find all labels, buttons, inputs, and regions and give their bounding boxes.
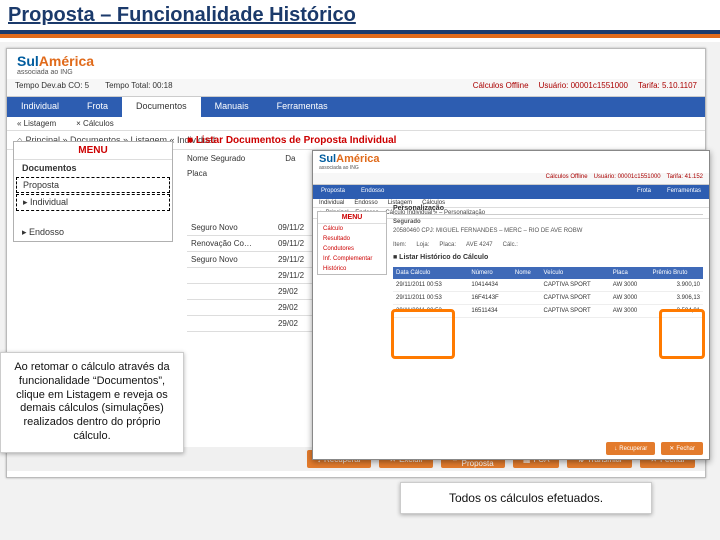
button-row-front: ↓ Recuperar ✕ Fechar bbox=[606, 442, 703, 455]
menu-endosso[interactable]: ▸ Endosso bbox=[14, 224, 172, 241]
st-endosso[interactable]: Endosso bbox=[354, 200, 377, 206]
menu-individual[interactable]: ▸ Individual bbox=[16, 194, 170, 211]
cell[interactable]: 29/11/2 bbox=[274, 268, 317, 284]
panel-front: Personalização Segurado 20580460 CPJ: MI… bbox=[393, 203, 703, 429]
side-menu-front: MENU Cálculo Resultado Condutores Inf. C… bbox=[317, 211, 387, 275]
table-back: Seguro Novo09/11/2 Renovação Co…09/11/2 … bbox=[187, 220, 317, 332]
cell[interactable]: 29/02 bbox=[274, 300, 317, 316]
subtabs-back: « Listagem × Cálculos bbox=[7, 117, 705, 131]
mi-infcomp[interactable]: Inf. Complementar bbox=[318, 254, 386, 264]
tab-documentos[interactable]: Documentos bbox=[122, 97, 201, 117]
menu-proposta[interactable]: Proposta bbox=[16, 177, 170, 193]
mi-condutores[interactable]: Condutores bbox=[318, 244, 386, 254]
menu-spacer bbox=[14, 212, 172, 224]
accent-strip bbox=[0, 34, 720, 38]
cell[interactable] bbox=[187, 316, 274, 332]
mi-historico[interactable]: Histórico bbox=[318, 264, 386, 274]
cell[interactable]: 09/11/2 bbox=[274, 220, 317, 236]
panel-section: Personalização bbox=[393, 203, 703, 215]
cell[interactable] bbox=[187, 284, 274, 300]
listing-title: ■ Listar Documentos de Proposta Individu… bbox=[187, 131, 695, 150]
cell[interactable] bbox=[187, 268, 274, 284]
topbar-front: Cálculos Offline Usuário: 00001c1551000 … bbox=[313, 173, 709, 185]
st-individual[interactable]: Individual bbox=[319, 200, 344, 206]
col-veic: Veículo bbox=[541, 267, 610, 279]
callout-left: Ao retomar o cálculo através da funciona… bbox=[0, 352, 184, 453]
brand-logo: SulAmérica bbox=[17, 53, 94, 69]
tab-endosso-f[interactable]: Endosso bbox=[353, 185, 392, 199]
seg-label: Segurado bbox=[393, 219, 421, 225]
col-premio: Prêmio Bruto bbox=[650, 267, 704, 279]
p-placa: Placa: bbox=[439, 242, 456, 248]
brand-sub: associada ao ING bbox=[17, 69, 94, 76]
tarifa: Tarifa: 5.10.1107 bbox=[638, 81, 697, 94]
cell[interactable]: 09/11/2 bbox=[274, 236, 317, 252]
side-menu-back: MENU Documentos Proposta ▸ Individual ▸ … bbox=[13, 141, 173, 242]
slide-body: SulAmérica associada ao ING Tempo Dev.ab… bbox=[0, 42, 720, 540]
hist-title: ■ Listar Histórico do Cálculo bbox=[393, 248, 703, 263]
table-row[interactable]: 29/11/2011 00:5316F4143FCAPTIVA SPORTAW … bbox=[393, 292, 703, 305]
lbl-nome: Nome Segurado bbox=[187, 154, 245, 163]
subtab-calculos[interactable]: × Cálculos bbox=[76, 119, 114, 128]
tempo-total: Tempo Total: 00:18 bbox=[105, 81, 172, 94]
lbl-placa: Placa bbox=[187, 169, 207, 178]
calc-offline: Cálculos Offline bbox=[473, 81, 529, 94]
lbl-da: Da bbox=[285, 154, 295, 163]
seg-value: 20580460 CPJ: MIGUEL FERNANDES – MERC – … bbox=[393, 228, 703, 234]
menu-documentos[interactable]: Documentos bbox=[14, 160, 172, 176]
calc-offline-f: Cálculos Offline bbox=[546, 174, 588, 183]
cell[interactable]: Seguro Novo bbox=[187, 252, 274, 268]
topbar-back: Tempo Dev.ab CO: 5 Tempo Total: 00:18 Cá… bbox=[7, 79, 705, 97]
brand-logo-front: SulAmérica bbox=[319, 153, 380, 165]
mi-calculo[interactable]: Cálculo bbox=[318, 224, 386, 234]
usuario-f: Usuário: 00001c1551000 bbox=[594, 174, 661, 183]
mi-resultado[interactable]: Resultado bbox=[318, 234, 386, 244]
col-nome: Nome bbox=[512, 267, 541, 279]
col-placa: Placa bbox=[610, 267, 650, 279]
col-data: Data Cálculo bbox=[393, 267, 468, 279]
p-item: Item: bbox=[393, 242, 406, 248]
cell[interactable] bbox=[187, 300, 274, 316]
btn-recuperar-f[interactable]: ↓ Recuperar bbox=[606, 442, 655, 455]
main-tabs-back: Individual Frota Documentos Manuais Ferr… bbox=[7, 97, 705, 117]
app-front-screenshot: SulAmérica associada ao ING Cálculos Off… bbox=[312, 150, 710, 460]
tempo-dev: Tempo Dev.ab CO: 5 bbox=[15, 81, 89, 94]
cell[interactable]: 29/02 bbox=[274, 316, 317, 332]
tab-ferramentas-f[interactable]: Ferramentas bbox=[659, 185, 709, 199]
tab-manuais[interactable]: Manuais bbox=[201, 97, 263, 117]
cell[interactable]: 29/11/2 bbox=[274, 252, 317, 268]
p-loja: Loja: bbox=[416, 242, 429, 248]
p-calc: Cálc.: bbox=[503, 242, 518, 248]
tab-frota[interactable]: Frota bbox=[73, 97, 122, 117]
main-tabs-front: Proposta Endosso Frota Ferramentas bbox=[313, 185, 709, 199]
menu-title-f: MENU bbox=[318, 212, 386, 224]
tarifa-f: Tarifa: 41.152 bbox=[667, 174, 703, 183]
btn-fechar-f[interactable]: ✕ Fechar bbox=[661, 442, 703, 455]
tab-proposta-f[interactable]: Proposta bbox=[313, 185, 353, 199]
table-row[interactable]: 29/11/2011 00:53…16511434CAPTIVA SPORTAW… bbox=[393, 305, 703, 318]
cell[interactable]: Seguro Novo bbox=[187, 220, 274, 236]
tab-individual[interactable]: Individual bbox=[7, 97, 73, 117]
p-placav: AVE 4247 bbox=[466, 242, 493, 248]
cell[interactable]: Renovação Co… bbox=[187, 236, 274, 252]
subtab-listagem[interactable]: « Listagem bbox=[17, 119, 56, 128]
slide-title: Proposta – Funcionalidade Histórico bbox=[0, 0, 720, 34]
callout-bottom: Todos os cálculos efetuados. bbox=[400, 482, 652, 514]
tab-frota-f[interactable]: Frota bbox=[629, 185, 659, 199]
usuario: Usuário: 00001c1551000 bbox=[539, 81, 628, 94]
tab-ferramentas[interactable]: Ferramentas bbox=[263, 97, 342, 117]
brand-sub-front: associada ao ING bbox=[319, 165, 380, 171]
table-front: Data Cálculo Número Nome Veículo Placa P… bbox=[393, 267, 703, 318]
menu-title: MENU bbox=[14, 142, 172, 160]
cell[interactable]: 29/02 bbox=[274, 284, 317, 300]
table-row[interactable]: 29/11/2011 00:5310414434CAPTIVA SPORTAW … bbox=[393, 279, 703, 292]
col-num: Número bbox=[468, 267, 511, 279]
